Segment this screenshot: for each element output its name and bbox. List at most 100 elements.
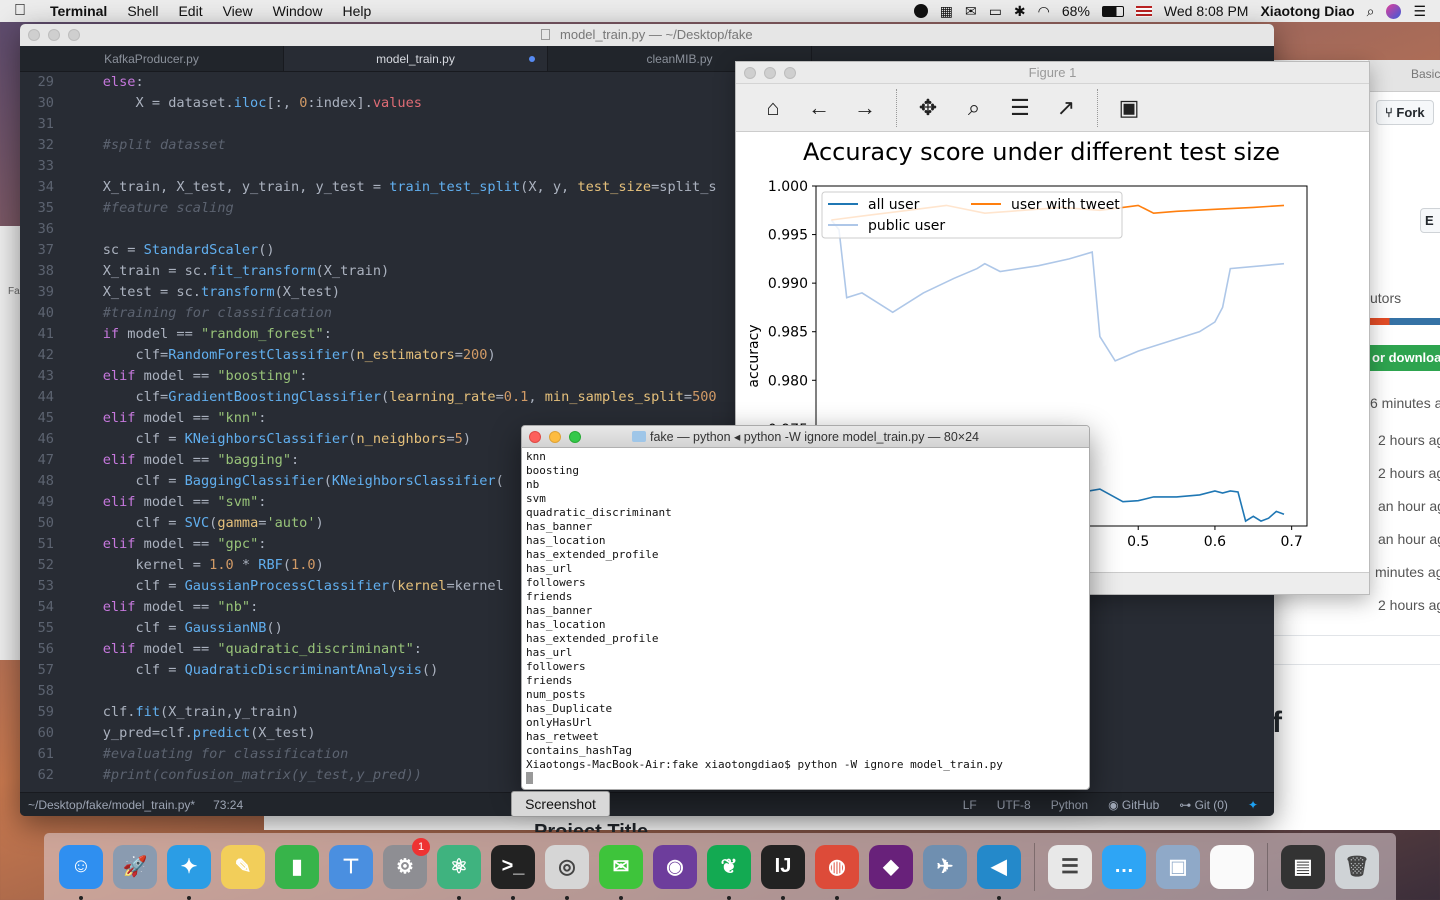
back-arrow-icon[interactable]: ← <box>796 88 842 128</box>
close-button[interactable] <box>529 431 541 443</box>
wechat-menu-icon[interactable]: ✉ <box>965 3 977 20</box>
dock-item-textedit[interactable]: ✎ <box>216 840 270 894</box>
line-number[interactable]: 47 <box>20 450 54 471</box>
line-number[interactable]: 30 <box>20 93 54 114</box>
line-number[interactable]: 39 <box>20 282 54 303</box>
line-number[interactable]: 42 <box>20 345 54 366</box>
contributors-label[interactable]: utors <box>1370 290 1401 306</box>
zoom-button[interactable] <box>569 431 581 443</box>
clock[interactable]: Wed 8:08 PM <box>1164 3 1249 19</box>
configure-subplots-icon[interactable]: ☰ <box>997 88 1043 128</box>
tab-kafkaproducer[interactable]: KafkaProducer.py <box>20 46 284 71</box>
dock-item-trash[interactable]: 🗑 <box>1330 840 1384 894</box>
dock-item-atom[interactable]: ⚛ <box>432 840 486 900</box>
menu-edit[interactable]: Edit <box>168 3 212 19</box>
line-number[interactable]: 46 <box>20 429 54 450</box>
notification-center-icon[interactable]: ☰ <box>1413 3 1426 20</box>
line-number[interactable]: 40 <box>20 303 54 324</box>
line-number[interactable]: 38 <box>20 261 54 282</box>
line-number[interactable]: 31 <box>20 114 54 135</box>
dock-item-mongodb[interactable]: ❦ <box>702 840 756 900</box>
dock-item-desktop-stack[interactable]: ▤ <box>1276 840 1330 894</box>
minimize-button[interactable] <box>549 431 561 443</box>
status-line-ending[interactable]: LF <box>963 798 977 812</box>
dock-item-screenshot[interactable]: ◎ <box>540 840 594 900</box>
twitter-bird-icon[interactable]: ✦ <box>1248 798 1258 812</box>
line-number[interactable]: 58 <box>20 681 54 702</box>
line-number[interactable]: 34 <box>20 177 54 198</box>
menu-shell[interactable]: Shell <box>117 3 168 19</box>
line-number[interactable]: 29 <box>20 72 54 93</box>
status-dot-icon[interactable] <box>913 4 928 18</box>
tab-model-train[interactable]: model_train.py <box>284 46 548 71</box>
status-encoding[interactable]: UTF-8 <box>997 798 1031 812</box>
line-number[interactable]: 61 <box>20 744 54 765</box>
spotlight-icon[interactable]: ⌕ <box>1367 3 1375 20</box>
line-number[interactable]: 33 <box>20 156 54 177</box>
line-number[interactable]: 51 <box>20 534 54 555</box>
status-cursor-position[interactable]: 73:24 <box>213 798 243 812</box>
line-number[interactable]: 45 <box>20 408 54 429</box>
status-file-path[interactable]: ~/Desktop/fake/model_train.py* <box>28 798 195 812</box>
dock-item-keynote[interactable]: ⊤ <box>324 840 378 894</box>
user-name[interactable]: Xiaotong Diao <box>1260 3 1354 19</box>
status-grammar[interactable]: Python <box>1051 798 1088 812</box>
dock-item-numbers[interactable]: ▮ <box>270 840 324 894</box>
dock-item-intellij[interactable]: IJ <box>756 840 810 900</box>
dock-item-document[interactable]: ☰ <box>1043 840 1097 894</box>
line-number[interactable]: 50 <box>20 513 54 534</box>
dock-item-launchpad[interactable]: 🚀 <box>108 840 162 894</box>
menu-app-terminal[interactable]: Terminal <box>40 3 117 19</box>
fork-button[interactable]: ⑂ Fork <box>1376 100 1434 125</box>
dock-item-vscode[interactable]: ◀ <box>972 840 1026 900</box>
save-figure-icon[interactable]: ▣ <box>1106 88 1152 128</box>
airplay-icon[interactable]: ▭ <box>989 3 1002 20</box>
apple-icon[interactable]:  <box>0 2 40 20</box>
siri-icon[interactable] <box>1386 3 1402 19</box>
bluetooth-icon[interactable]: ✱ <box>1014 3 1026 20</box>
dock-item-terminal[interactable]: >_ <box>486 840 540 900</box>
line-number[interactable]: 32 <box>20 135 54 156</box>
edit-button[interactable]: E <box>1420 208 1440 233</box>
terminal-output[interactable]: knn boosting nb svm quadratic_discriminant ha… <box>522 448 1089 788</box>
dock-item-visual-studio[interactable]: ◆ <box>864 840 918 894</box>
line-number[interactable]: 49 <box>20 492 54 513</box>
dock-item-preview[interactable]: ▣ <box>1151 840 1205 894</box>
line-number[interactable]: 37 <box>20 240 54 261</box>
line-number[interactable]: 60 <box>20 723 54 744</box>
line-number[interactable]: 56 <box>20 639 54 660</box>
close-button[interactable] <box>28 29 40 41</box>
menu-view[interactable]: View <box>213 3 263 19</box>
forward-arrow-icon[interactable]: → <box>842 88 888 128</box>
line-number[interactable]: 59 <box>20 702 54 723</box>
browser-tab-basic[interactable]: Basic <box>1411 67 1440 81</box>
dock-item-wechat[interactable]: ✉ <box>594 840 648 900</box>
dock-item-github-desktop[interactable]: ◉ <box>648 840 702 894</box>
minimize-button[interactable] <box>48 29 60 41</box>
home-icon[interactable]: ⌂ <box>750 88 796 128</box>
menu-window[interactable]: Window <box>263 3 333 19</box>
status-git[interactable]: ⊶ Git (0) <box>1179 798 1228 812</box>
line-number[interactable]: 62 <box>20 765 54 786</box>
modified-dot-icon[interactable] <box>529 56 535 62</box>
zoom-button[interactable] <box>784 67 796 79</box>
battery-icon[interactable] <box>1101 5 1124 17</box>
wifi-icon[interactable]: ◠ <box>1038 3 1050 20</box>
line-number[interactable]: 43 <box>20 366 54 387</box>
status-github[interactable]: ◉ GitHub <box>1108 798 1159 812</box>
line-number[interactable]: 52 <box>20 555 54 576</box>
flag-icon[interactable] <box>1135 5 1152 17</box>
docker-icon[interactable]: ▦ <box>940 3 953 20</box>
dock-item-blank-file[interactable] <box>1205 840 1259 894</box>
zoom-magnifier-icon[interactable]: ⌕ <box>951 88 997 128</box>
zoom-button[interactable] <box>68 29 80 41</box>
line-number[interactable]: 57 <box>20 660 54 681</box>
line-number[interactable]: 36 <box>20 219 54 240</box>
line-number[interactable]: 54 <box>20 597 54 618</box>
line-number[interactable]: 35 <box>20 198 54 219</box>
close-button[interactable] <box>744 67 756 79</box>
edit-axis-icon[interactable]: ↗ <box>1043 88 1089 128</box>
line-number[interactable]: 53 <box>20 576 54 597</box>
dock-item-preview-bird[interactable]: ✈ <box>918 840 972 894</box>
minimize-button[interactable] <box>764 67 776 79</box>
